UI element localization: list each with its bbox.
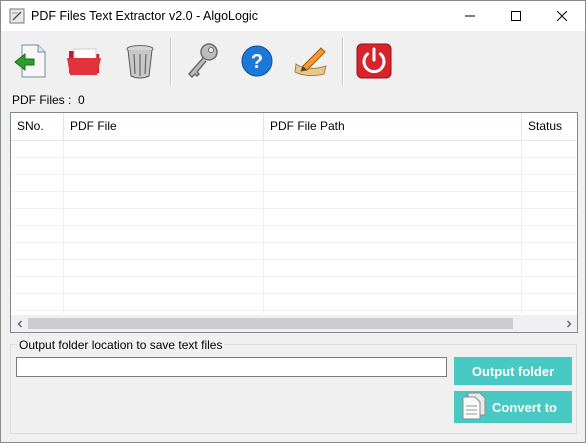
- exit-button[interactable]: [354, 39, 394, 83]
- power-icon: [356, 43, 392, 79]
- close-icon: [557, 11, 567, 21]
- pdf-files-label: PDF Files :: [12, 93, 72, 107]
- pdf-files-count: 0: [78, 93, 85, 107]
- minimize-icon: [465, 15, 475, 17]
- document-icon: [462, 392, 486, 423]
- table-row: [11, 175, 577, 192]
- minimize-button[interactable]: [447, 1, 493, 31]
- column-header-sno[interactable]: SNo.: [11, 113, 64, 140]
- svg-text:?: ?: [251, 51, 263, 73]
- column-header-status[interactable]: Status: [522, 113, 577, 140]
- output-folder-field[interactable]: [16, 357, 447, 377]
- folder-icon: [67, 48, 101, 75]
- help-button[interactable]: ?: [237, 39, 277, 83]
- table-row: [11, 209, 577, 226]
- key-icon: [187, 43, 218, 79]
- table-header: SNo. PDF File PDF File Path Status: [11, 113, 577, 141]
- trash-bin-icon: [126, 45, 154, 79]
- pdf-file-list[interactable]: SNo. PDF File PDF File Path Status: [10, 112, 578, 333]
- maximize-button[interactable]: [493, 1, 539, 31]
- horizontal-scrollbar[interactable]: [11, 315, 577, 332]
- column-divider: [521, 141, 522, 314]
- toolbar-separator: [342, 37, 344, 85]
- add-file-icon: [14, 44, 46, 78]
- register-button[interactable]: [183, 39, 223, 83]
- table-row: [11, 294, 577, 311]
- maximize-icon: [511, 11, 521, 21]
- column-divider: [63, 141, 64, 314]
- toolbar: ?: [1, 31, 585, 89]
- convert-button-label: Convert to: [492, 399, 557, 415]
- column-divider: [263, 141, 264, 314]
- edit-icon: [294, 47, 327, 77]
- table-row: [11, 141, 577, 158]
- table-row: [11, 158, 577, 175]
- scrollbar-thumb[interactable]: [28, 318, 513, 329]
- close-button[interactable]: [539, 1, 585, 31]
- table-row: [11, 260, 577, 277]
- app-window: PDF Files Text Extractor v2.0 - AlgoLogi…: [0, 0, 586, 443]
- column-header-pdf-file-path[interactable]: PDF File Path: [264, 113, 522, 140]
- toolbar-separator: [170, 37, 172, 85]
- feedback-button[interactable]: [291, 39, 331, 83]
- table-row: [11, 192, 577, 209]
- app-icon: [9, 8, 25, 24]
- output-group-label: Output folder location to save text file…: [17, 338, 225, 352]
- chevron-left-icon: [17, 320, 22, 327]
- clear-list-button[interactable]: [120, 39, 160, 83]
- add-file-button[interactable]: [11, 39, 51, 83]
- table-body: [11, 141, 577, 314]
- chevron-right-icon: [566, 320, 571, 327]
- help-icon: ?: [241, 45, 273, 77]
- title-bar[interactable]: PDF Files Text Extractor v2.0 - AlgoLogi…: [1, 1, 585, 31]
- table-row: [11, 277, 577, 294]
- output-folder-button[interactable]: Output folder: [454, 357, 572, 385]
- table-row: [11, 243, 577, 260]
- open-folder-button[interactable]: [65, 39, 105, 83]
- scroll-left-button[interactable]: [11, 315, 28, 332]
- convert-button[interactable]: Convert to: [454, 391, 572, 423]
- scroll-right-button[interactable]: [560, 315, 577, 332]
- window-title: PDF Files Text Extractor v2.0 - AlgoLogi…: [31, 9, 258, 23]
- table-row: [11, 226, 577, 243]
- column-header-pdf-file[interactable]: PDF File: [64, 113, 264, 140]
